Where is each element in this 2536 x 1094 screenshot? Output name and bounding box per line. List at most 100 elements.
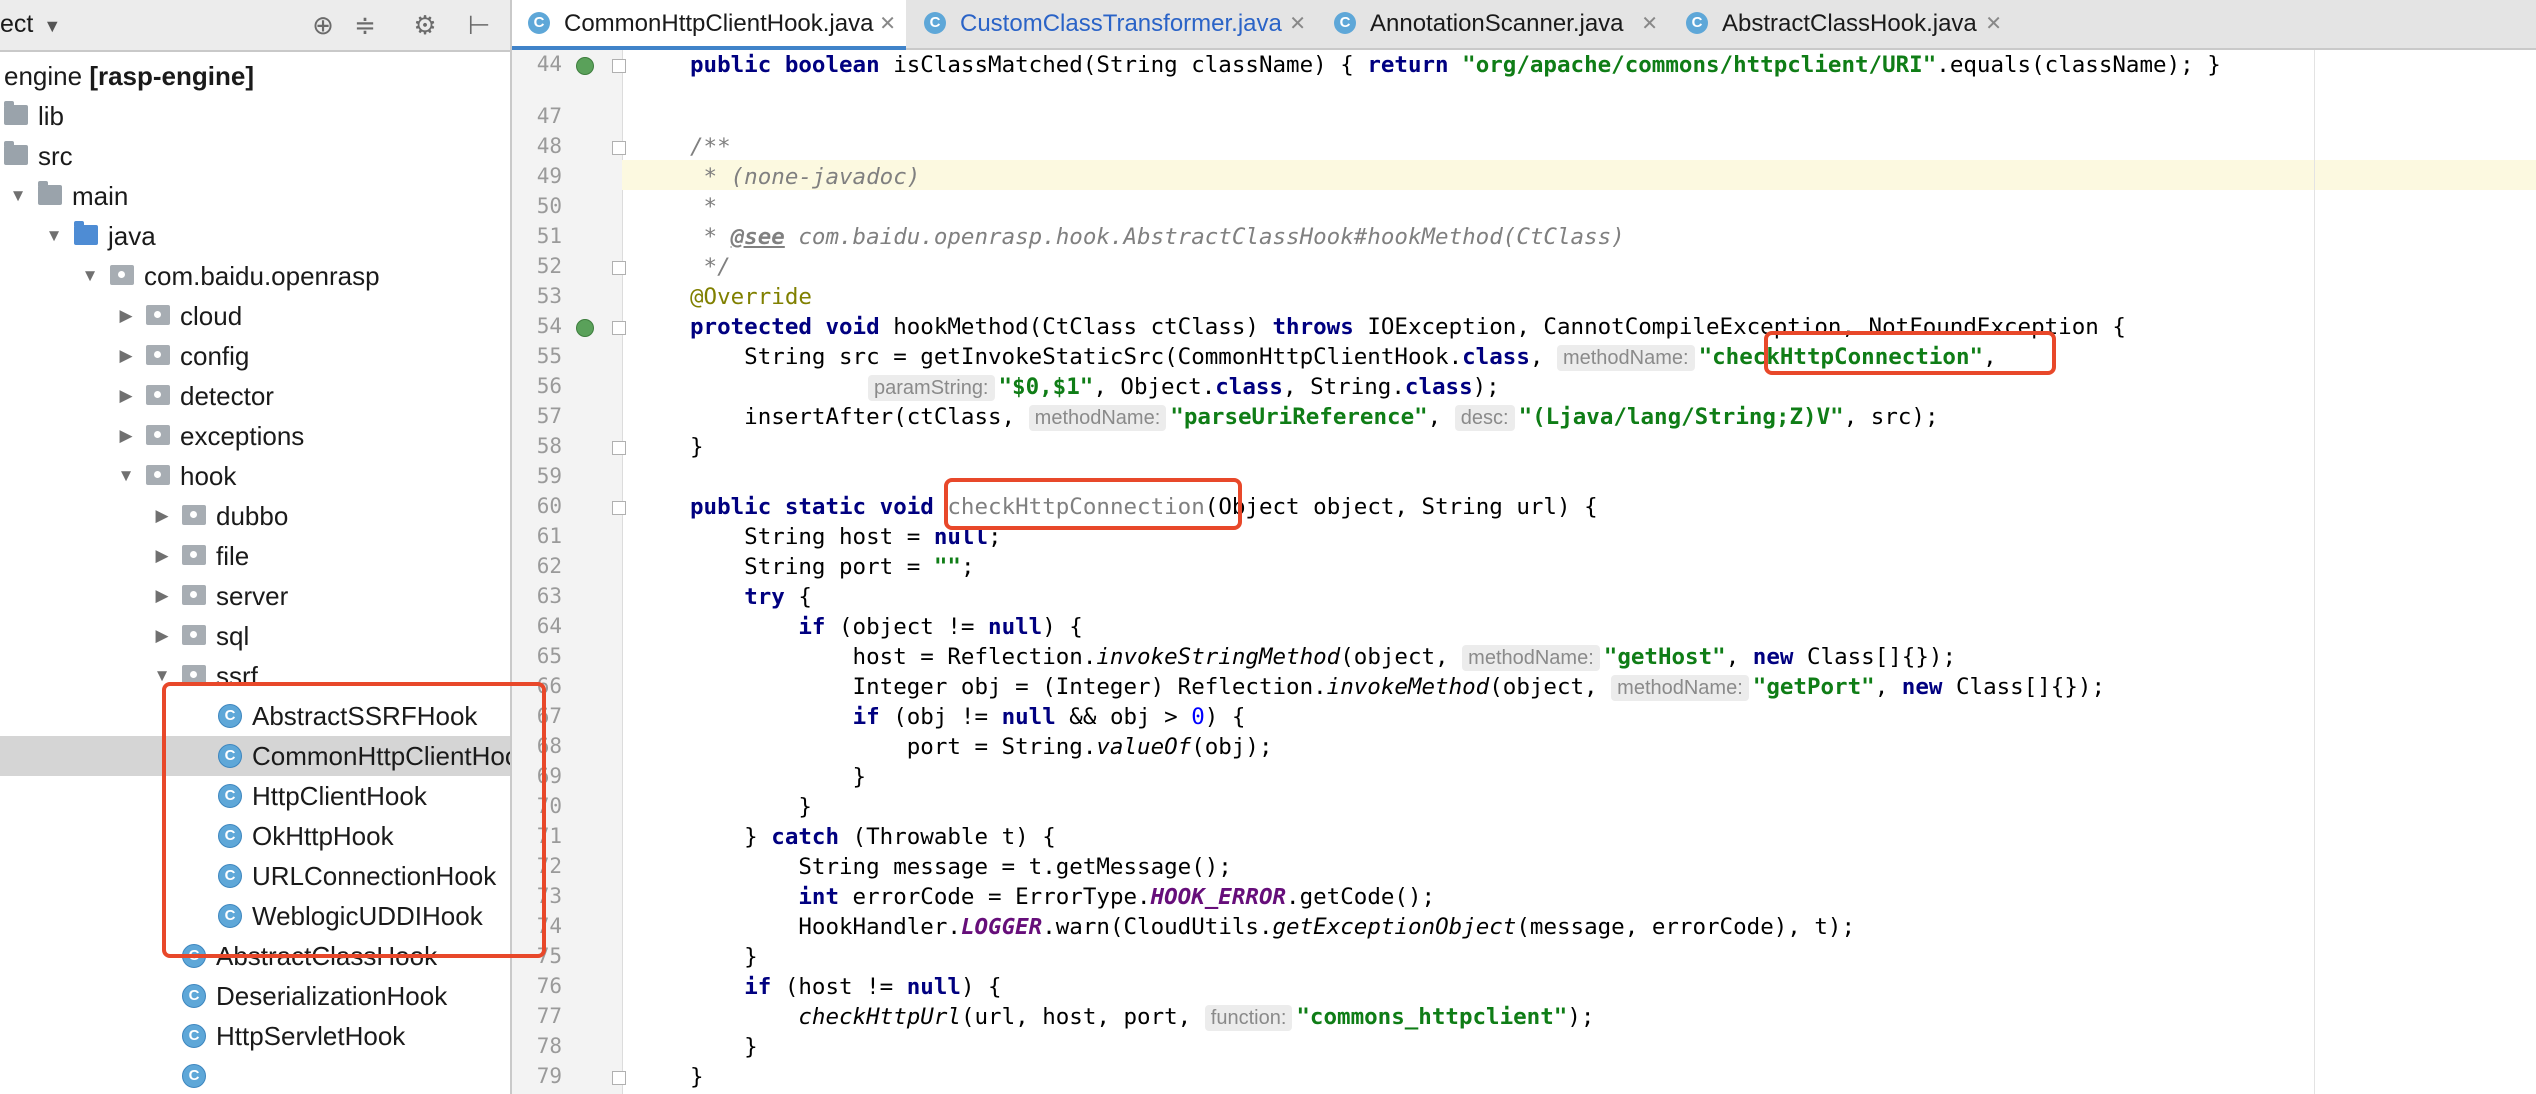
- tree-item[interactable]: ▼ main: [0, 176, 510, 216]
- parameter-hint: methodName:: [1556, 345, 1695, 371]
- code-line-65: host = Reflection.invokeStringMethod(obj…: [690, 642, 1956, 672]
- close-icon[interactable]: ✕: [1985, 0, 2002, 48]
- token: throws: [1272, 314, 1368, 340]
- chevron-down-icon[interactable]: ▼: [116, 456, 136, 496]
- tree-item[interactable]: ▶ dubbo: [0, 496, 510, 536]
- pin-icon[interactable]: ⊢: [462, 8, 496, 42]
- tree-item[interactable]: ▶ server: [0, 576, 510, 616]
- tree-item-label: engine [rasp-engine]: [4, 56, 254, 96]
- tree-item[interactable]: ▶ file: [0, 536, 510, 576]
- tree-item[interactable]: ▼ hook: [0, 456, 510, 496]
- token: (object,: [1489, 674, 1612, 700]
- tree-item[interactable]: ▶ exceptions: [0, 416, 510, 456]
- line-number: 78: [536, 1034, 562, 1058]
- token: String host =: [690, 524, 934, 550]
- package-icon: [182, 585, 206, 605]
- chevron-right-icon[interactable]: ▶: [116, 416, 136, 456]
- project-view-selector[interactable]: ect ▼: [0, 10, 61, 39]
- tab-abstractclasshook[interactable]: C AbstractClassHook.java ✕: [1670, 0, 2012, 48]
- code-line-48: /**: [690, 134, 731, 160]
- package-icon: [146, 425, 170, 445]
- tree-item[interactable]: ▼ java: [0, 216, 510, 256]
- token: "org/apache/commons/httpclient/URI": [1462, 52, 1937, 78]
- token: (host !=: [771, 974, 907, 1000]
- token: getExceptionObject: [1272, 914, 1517, 940]
- tree-item[interactable]: C: [0, 1056, 510, 1094]
- tab-commonhttpclienthook[interactable]: C CommonHttpClientHook.java ✕: [512, 0, 906, 50]
- chevron-right-icon[interactable]: ▶: [116, 336, 136, 376]
- code-line-72: String message = t.getMessage();: [690, 854, 1232, 880]
- parameter-hint: methodName:: [1462, 645, 1600, 671]
- class-icon: C: [924, 12, 946, 34]
- chevron-right-icon[interactable]: ▶: [116, 296, 136, 336]
- token: (Object object, String url) {: [1204, 494, 1598, 520]
- line-number: 79: [536, 1064, 562, 1088]
- tree-item[interactable]: lib: [0, 96, 510, 136]
- tree-item[interactable]: ▶ sql: [0, 616, 510, 656]
- parameter-hint: paramString:: [868, 375, 995, 401]
- tree-item[interactable]: ▶ cloud: [0, 296, 510, 336]
- line-number: 50: [536, 194, 562, 218]
- code-line-77: checkHttpUrl(url, host, port, function: "…: [690, 1002, 1594, 1032]
- tab-customclasstransformer[interactable]: C CustomClassTransformer.java ✕: [908, 0, 1316, 48]
- chevron-right-icon[interactable]: ▶: [152, 616, 172, 656]
- tab-label: CustomClassTransformer.java: [960, 10, 1282, 37]
- tree-item-label: detector: [180, 381, 274, 411]
- tree-item[interactable]: C HttpServletHook: [0, 1016, 510, 1056]
- token: ,: [1427, 404, 1455, 430]
- token: invokeMethod: [1326, 674, 1490, 700]
- class-icon: C: [182, 1064, 206, 1088]
- chevron-right-icon[interactable]: ▶: [152, 536, 172, 576]
- implements-marker-icon[interactable]: [576, 57, 594, 75]
- line-number: 56: [536, 374, 562, 398]
- parameter-hint: methodName:: [1611, 675, 1749, 701]
- tree-item[interactable]: ▼ com.baidu.openrasp: [0, 256, 510, 296]
- override-marker-icon[interactable]: [576, 319, 594, 337]
- token: if: [852, 704, 880, 730]
- collapse-icon[interactable]: ≑: [348, 8, 382, 42]
- token: (object !=: [825, 614, 989, 640]
- line-number: 57: [536, 404, 562, 428]
- package-icon: [146, 305, 170, 325]
- code-line-53: @Override: [690, 284, 812, 310]
- token: class: [1462, 344, 1530, 370]
- code-line-52: */: [690, 254, 731, 280]
- close-icon[interactable]: ✕: [1641, 0, 1658, 48]
- tree-item[interactable]: C DeserializationHook: [0, 976, 510, 1016]
- token: (message, errorCode), t);: [1516, 914, 1856, 940]
- token: HookHandler.: [690, 914, 961, 940]
- tree-item[interactable]: src: [0, 136, 510, 176]
- chevron-down-icon[interactable]: ▼: [44, 216, 64, 256]
- tree-item-label: java: [108, 221, 156, 251]
- token: .warn(CloudUtils.: [1042, 914, 1273, 940]
- tree-item[interactable]: ▶ config: [0, 336, 510, 376]
- chevron-right-icon[interactable]: ▶: [152, 576, 172, 616]
- tree-item[interactable]: engine [rasp-engine]: [0, 56, 510, 96]
- chevron-right-icon[interactable]: ▶: [116, 376, 136, 416]
- token: Integer obj = (Integer) Reflection.: [690, 674, 1327, 700]
- token: hookMethod(CtClass ctClass): [893, 314, 1273, 340]
- class-icon: C: [182, 984, 206, 1008]
- token: @see: [730, 224, 785, 250]
- close-icon[interactable]: ✕: [879, 0, 896, 48]
- token: "(Ljava/lang/String;Z)V": [1518, 404, 1844, 430]
- parameter-hint: desc:: [1454, 405, 1515, 431]
- token: (object,: [1340, 644, 1463, 670]
- tab-annotationscanner[interactable]: C AnnotationScanner.java ✕: [1318, 0, 1668, 48]
- code-editor[interactable]: public boolean isClassMatched(String cla…: [622, 50, 2536, 1094]
- line-number: 61: [536, 524, 562, 548]
- token: );: [1567, 1004, 1595, 1030]
- package-icon: [146, 385, 170, 405]
- code-line-70: }: [690, 794, 812, 820]
- chevron-down-icon[interactable]: ▼: [8, 176, 28, 216]
- close-icon[interactable]: ✕: [1289, 0, 1306, 48]
- target-icon[interactable]: ⊕: [306, 8, 340, 42]
- gear-icon[interactable]: ⚙: [408, 8, 442, 42]
- chevron-down-icon[interactable]: ▼: [80, 256, 100, 296]
- token: ,: [1529, 344, 1557, 370]
- tree-item[interactable]: ▶ detector: [0, 376, 510, 416]
- chevron-right-icon[interactable]: ▶: [152, 496, 172, 536]
- line-number: 48: [536, 134, 562, 158]
